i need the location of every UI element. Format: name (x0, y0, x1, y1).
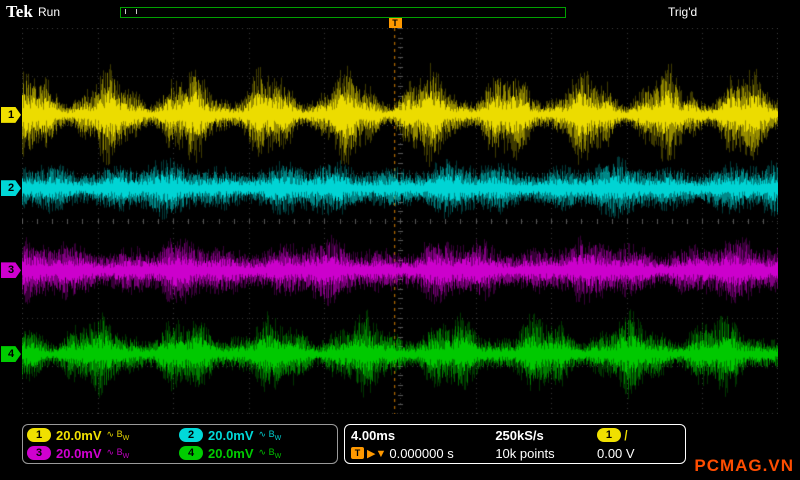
timebase-scale: 4.00ms (351, 427, 396, 443)
trigger-status: Trig'd (668, 5, 698, 19)
tek-logo: Tek (6, 2, 33, 21)
channel4-badge: 4 (179, 446, 203, 460)
channel1-scale: 20.0mV (56, 427, 102, 443)
channel1-badge: 1 (27, 428, 51, 442)
channel-readout-row-2: 3 20.0mV ∿ BW 4 20.0mV ∿ BW (27, 444, 333, 462)
channel-readouts: 1 20.0mV ∿ BW 2 20.0mV ∿ BW 3 20.0mV ∿ B… (22, 424, 338, 464)
channel1-readout: 1 20.0mV ∿ BW (27, 428, 179, 443)
waveform-canvas (22, 28, 778, 414)
trigger-slope-icon: / (624, 427, 628, 443)
position-arrow-icon: ▶▼ (367, 447, 387, 460)
acquisition-status: Run (38, 5, 61, 19)
trigger-source-badge: 1 (596, 428, 621, 442)
channel3-ground-marker: 3 (1, 262, 21, 279)
sample-rate: 250kS/s (495, 427, 544, 443)
channel3-readout: 3 20.0mV ∿ BW (27, 446, 179, 461)
channel4-scale: 20.0mV (208, 445, 254, 461)
record-view-bar (120, 7, 566, 18)
channel3-scale: 20.0mV (56, 445, 102, 461)
channel4-readout: 4 20.0mV ∿ BW (179, 446, 331, 461)
channel2-scale: 20.0mV (208, 427, 254, 443)
record-length: 10k points (495, 445, 555, 461)
oscilloscope-screen: Tek Run Trig'd T 1 2 3 4 1 20.0mV ∿ BW 2… (0, 0, 800, 480)
watermark: PCMAG.VN (694, 456, 794, 475)
horizontal-position-cell: T ▶▼ 0.000000 s (351, 446, 495, 461)
channel2-readout: 2 20.0mV ∿ BW (179, 428, 331, 443)
trigger-source-cell: 1 / (596, 427, 679, 443)
trigger-level: 0.00 V (596, 445, 635, 461)
channel4-ground-marker: 4 (1, 346, 21, 363)
channel2-badge: 2 (179, 428, 203, 442)
channel1-coupling-bandwidth-icon: ∿ BW (106, 428, 130, 442)
trigger-t-mini-icon: T (351, 447, 364, 459)
horizontal-position: 0.000000 s (389, 445, 454, 461)
channel2-coupling-bandwidth-icon: ∿ BW (258, 428, 282, 442)
record-view-bracket (125, 9, 137, 14)
channel1-ground-marker: 1 (1, 106, 21, 123)
channel3-coupling-bandwidth-icon: ∿ BW (106, 446, 130, 460)
channel4-coupling-bandwidth-icon: ∿ BW (258, 446, 282, 460)
channel2-ground-marker: 2 (1, 180, 21, 197)
timebase-trigger-box: 4.00ms 250kS/s 1 / T ▶▼ 0.000000 s 10k p… (344, 424, 686, 464)
channel-readout-row-1: 1 20.0mV ∿ BW 2 20.0mV ∿ BW (27, 426, 333, 444)
channel3-badge: 3 (27, 446, 51, 460)
graticule (22, 28, 778, 414)
